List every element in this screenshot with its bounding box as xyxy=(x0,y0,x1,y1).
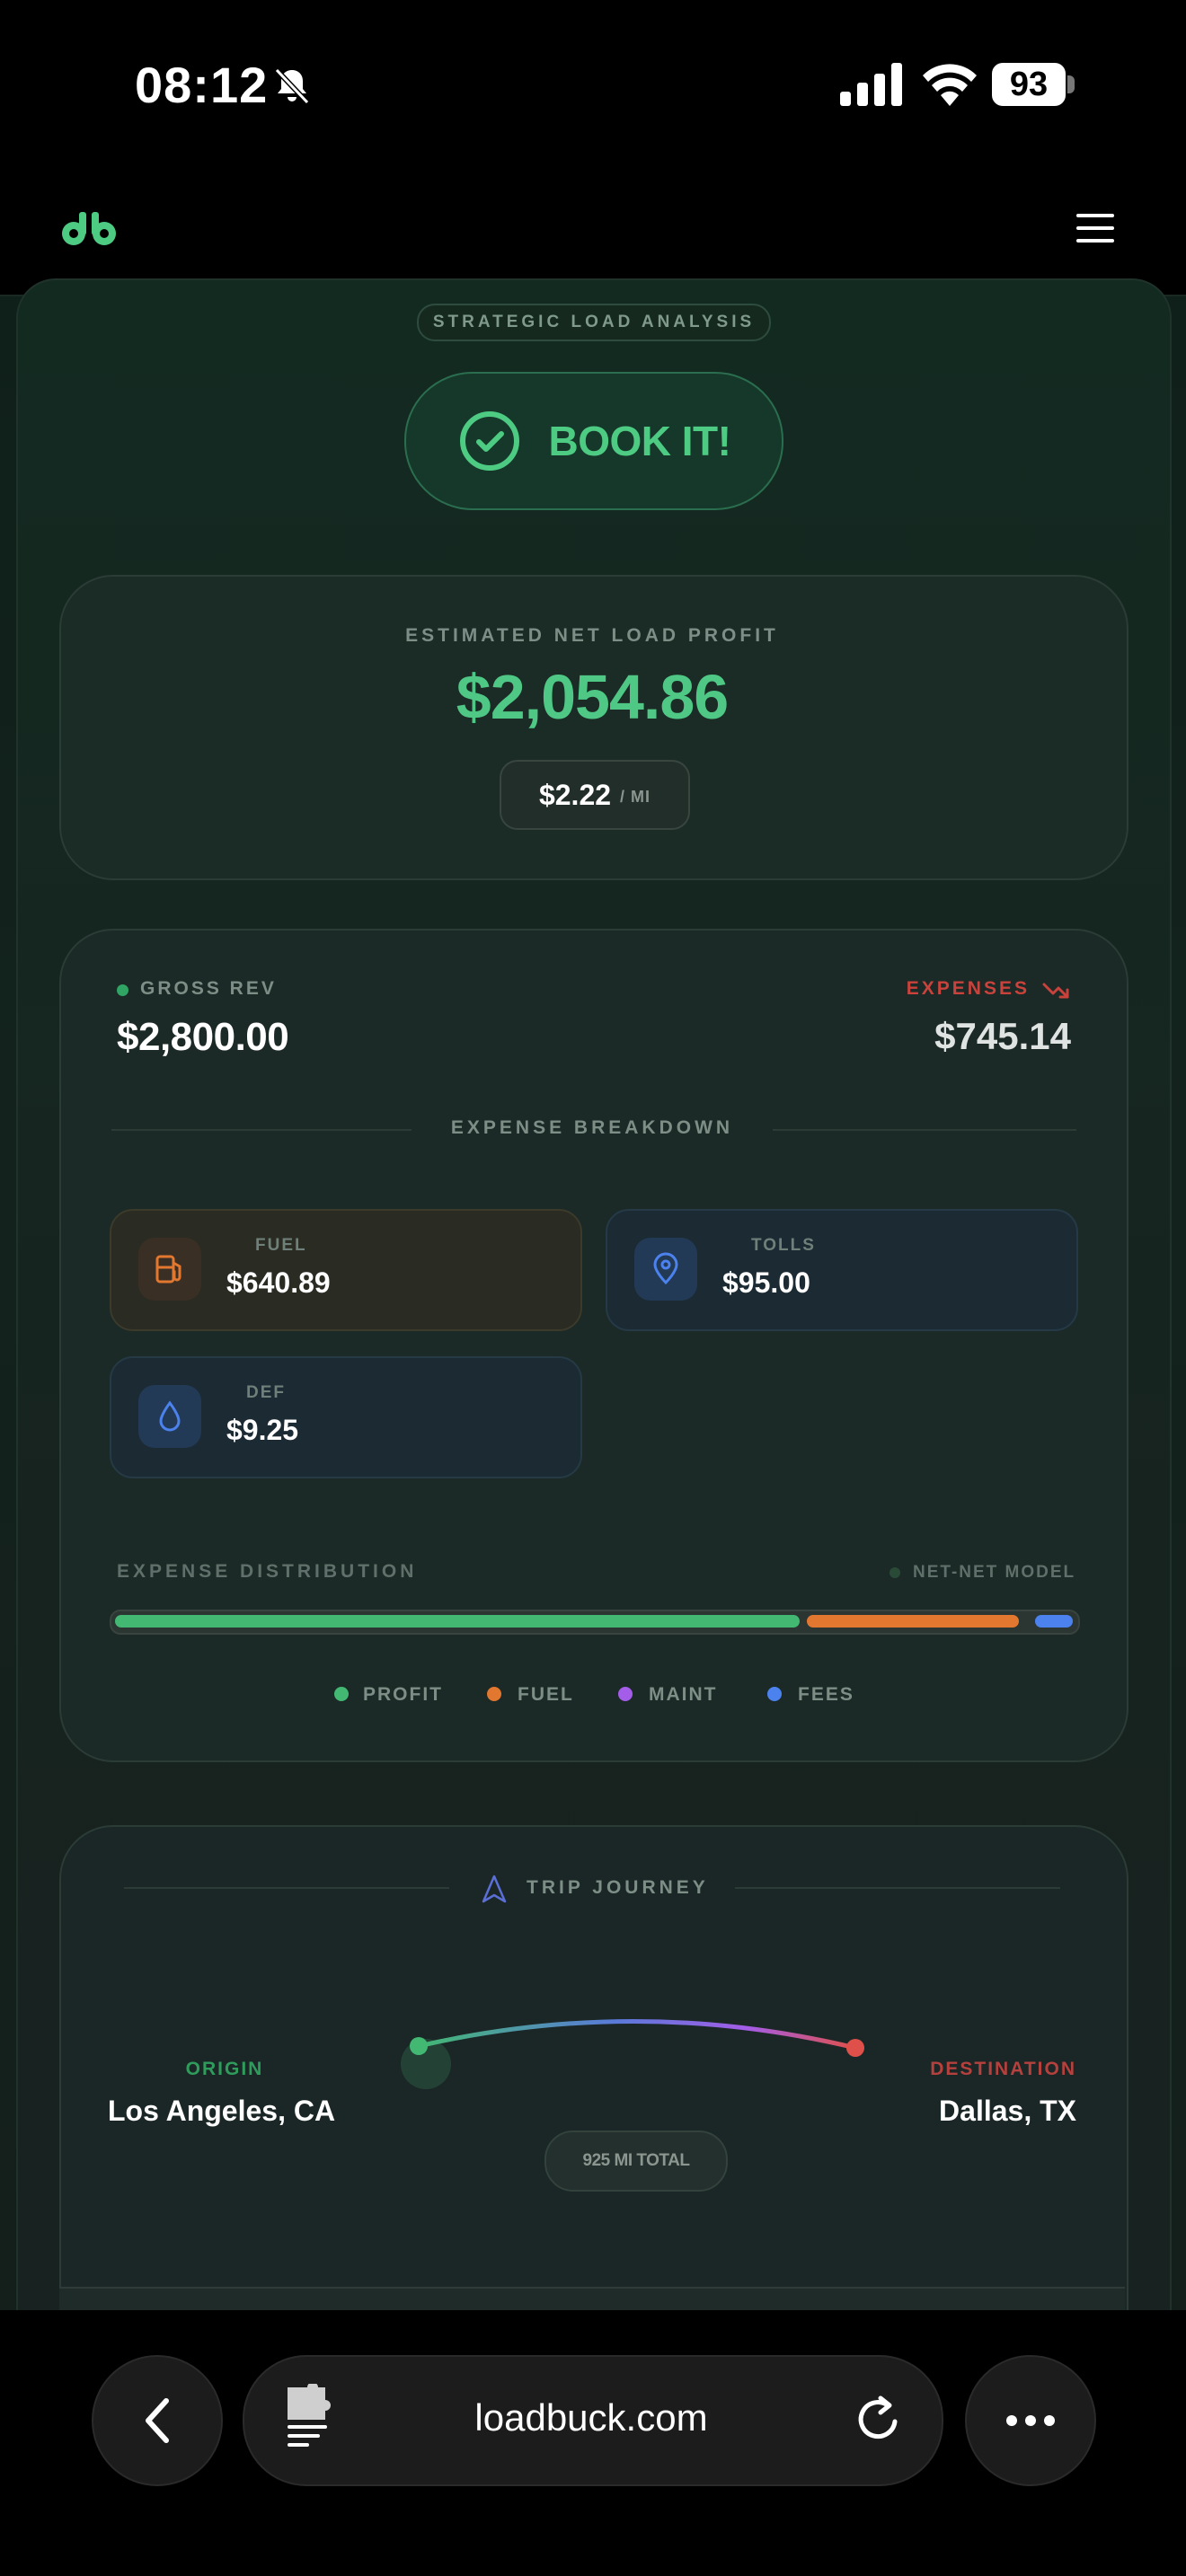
trip-journey-title: TRIP JOURNEY xyxy=(527,1877,709,1898)
journey-card-footer xyxy=(59,2287,1125,2312)
battery-icon xyxy=(1067,75,1075,93)
net-profit-label: ESTIMATED NET LOAD PROFIT xyxy=(405,625,779,646)
divider xyxy=(124,1887,449,1889)
expense-tile-def[interactable]: DEF $9.25 xyxy=(110,1356,582,1478)
legend-label-fuel: FUEL xyxy=(518,1684,574,1705)
distribution-segment-profit xyxy=(115,1615,800,1628)
legend-dot-maint xyxy=(618,1687,633,1701)
app-header xyxy=(0,171,1186,296)
legend-dot-profit xyxy=(334,1687,349,1701)
per-mile-badge: $2.22 / MI xyxy=(500,760,690,830)
status-time: 08:12 xyxy=(135,57,269,113)
destination-label: DESTINATION xyxy=(930,2059,1076,2079)
total-miles-badge: 925 MI TOTAL xyxy=(544,2130,728,2192)
per-mile-value: $2.22 xyxy=(538,778,612,811)
hamburger-menu-icon[interactable] xyxy=(1075,212,1116,244)
map-pin-icon xyxy=(634,1238,697,1301)
cellular-signal-icon xyxy=(840,63,902,106)
wifi-icon xyxy=(923,64,977,106)
fuel-pump-icon xyxy=(138,1238,201,1301)
book-it-button[interactable]: BOOK IT! xyxy=(404,372,783,510)
expense-distribution-label: EXPENSE DISTRIBUTION xyxy=(117,1561,418,1582)
bell-muted-icon xyxy=(274,67,310,105)
legend-label-fees: FEES xyxy=(798,1684,854,1705)
gross-rev-dot xyxy=(117,984,128,996)
expenses-label: EXPENSES xyxy=(906,978,1030,999)
chevron-left-icon xyxy=(146,2398,169,2443)
url-text[interactable]: loadbuck.com xyxy=(243,2396,940,2439)
net-net-model-label: NET-NET MODEL xyxy=(913,1563,1076,1582)
navigation-arrow-icon xyxy=(482,1875,507,1903)
expense-breakdown-title: EXPENSE BREAKDOWN xyxy=(450,1117,734,1138)
distribution-segment-fees xyxy=(1035,1615,1073,1628)
trend-down-icon xyxy=(1042,983,1069,999)
check-circle-icon xyxy=(459,411,519,471)
per-mile-unit: / MI xyxy=(620,787,651,806)
expense-tile-label: DEF xyxy=(246,1383,286,1402)
gross-rev-value: $2,800.00 xyxy=(117,1015,289,1059)
origin-city: Los Angeles, CA xyxy=(108,2095,336,2127)
gross-rev-label: GROSS REV xyxy=(140,978,277,999)
legend-label-maint: MAINT xyxy=(649,1684,718,1705)
more-button[interactable] xyxy=(965,2355,1096,2486)
expense-tile-fuel[interactable]: FUEL $640.89 xyxy=(110,1209,582,1331)
expense-tile-value: $640.89 xyxy=(226,1266,331,1299)
divider xyxy=(111,1129,412,1131)
net-profit-value: $2,054.86 xyxy=(456,662,729,732)
book-it-label: BOOK IT! xyxy=(548,418,731,464)
expense-tile-tolls[interactable]: TOLLS $95.00 xyxy=(606,1209,1078,1331)
destination-city: Dallas, TX xyxy=(939,2095,1076,2127)
origin-label: ORIGIN xyxy=(185,2059,264,2079)
distribution-segment-fuel xyxy=(807,1615,1019,1628)
divider xyxy=(735,1887,1060,1889)
expense-tile-label: FUEL xyxy=(255,1236,307,1255)
net-net-dot xyxy=(890,1567,900,1578)
legend-dot-fees xyxy=(767,1687,782,1701)
ellipsis-icon xyxy=(1006,2415,1055,2426)
legend-label-profit: PROFIT xyxy=(363,1684,443,1705)
expenses-value: $745.14 xyxy=(934,1015,1071,1057)
expense-tile-value: $95.00 xyxy=(722,1266,810,1299)
divider xyxy=(773,1129,1076,1131)
expense-tile-label: TOLLS xyxy=(751,1236,816,1255)
droplet-icon xyxy=(138,1385,201,1448)
analysis-badge: STRATEGIC LOAD ANALYSIS xyxy=(417,304,771,341)
battery-level: 93 xyxy=(992,63,1066,106)
route-arc xyxy=(401,2019,864,2089)
back-button[interactable] xyxy=(92,2355,223,2486)
expense-tile-value: $9.25 xyxy=(226,1414,299,1446)
legend-dot-fuel xyxy=(487,1687,501,1701)
loadbuck-logo[interactable] xyxy=(59,210,119,246)
reload-icon[interactable] xyxy=(854,2393,904,2447)
